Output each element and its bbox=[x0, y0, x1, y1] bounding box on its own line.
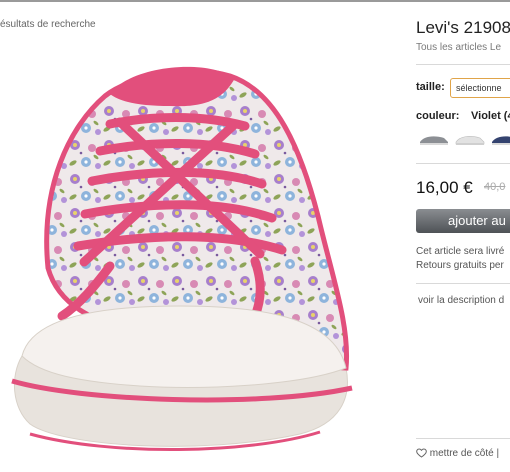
product-image-shoe[interactable] bbox=[0, 36, 360, 466]
size-label: taille: bbox=[416, 81, 445, 93]
back-to-results-link[interactable]: ésultats de recherche bbox=[0, 19, 120, 30]
old-price: 40,0 bbox=[484, 181, 506, 193]
divider bbox=[416, 283, 510, 284]
view-description-link[interactable]: voir la description d bbox=[418, 295, 504, 306]
size-select[interactable]: sélectionne bbox=[450, 78, 510, 98]
save-for-later-label: mettre de côté | bbox=[429, 448, 500, 459]
divider bbox=[416, 163, 510, 164]
swatch-navy-sneaker-icon[interactable] bbox=[490, 131, 510, 147]
swatch-grey-sneaker-icon[interactable] bbox=[418, 131, 450, 147]
color-value: Violet (4 bbox=[471, 110, 510, 122]
add-to-cart-button[interactable]: ajouter au bbox=[416, 209, 510, 233]
price: 16,00 € bbox=[416, 178, 473, 197]
color-label: couleur: bbox=[416, 110, 460, 122]
brand-all-items-link[interactable]: Tous les articles Le bbox=[416, 42, 501, 53]
heart-icon bbox=[416, 448, 427, 458]
product-title: Levi's 21908 bbox=[416, 18, 510, 37]
free-returns-line[interactable]: Retours gratuits per bbox=[416, 260, 504, 271]
divider bbox=[416, 438, 510, 439]
shipping-info-line: Cet article sera livré bbox=[416, 246, 505, 257]
divider bbox=[416, 64, 510, 65]
product-info-panel: Levi's 21908 Tous les articles Le taille… bbox=[416, 0, 510, 472]
swatch-white-sneaker-icon[interactable] bbox=[454, 131, 486, 147]
save-for-later-link[interactable]: mettre de côté | bbox=[416, 448, 499, 459]
